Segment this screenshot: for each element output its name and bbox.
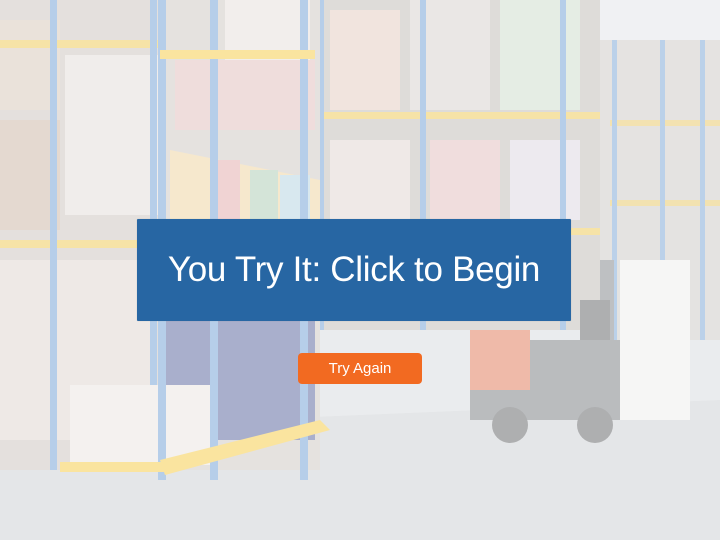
try-again-button[interactable]: Try Again [298,353,422,384]
begin-activity-button[interactable]: You Try It: Click to Begin [137,219,571,321]
slide-stage: You Try It: Click to Begin Try Again [0,0,720,540]
